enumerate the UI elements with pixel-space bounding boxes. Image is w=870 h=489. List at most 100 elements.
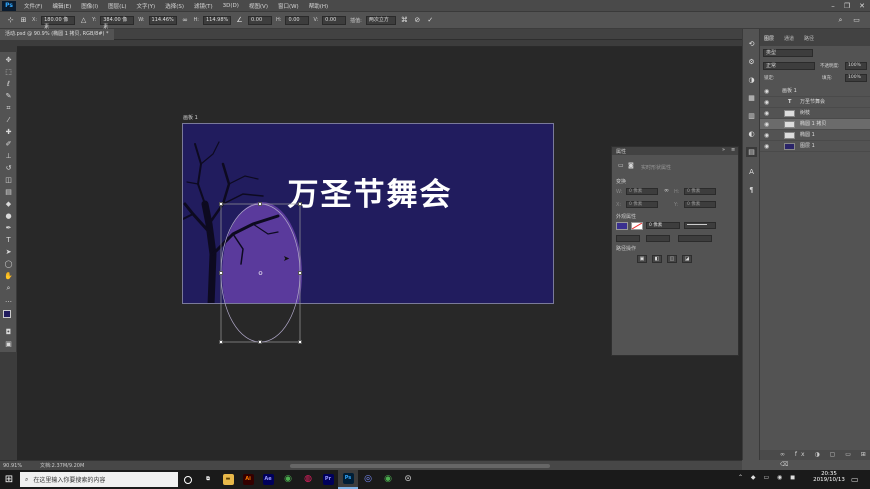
visibility-eye-icon[interactable]: ◉ xyxy=(764,119,769,130)
stroke-width-field[interactable]: 0 像素 xyxy=(646,222,680,229)
actions-panel-icon[interactable]: ⚙ xyxy=(746,57,757,67)
path-exclude-icon[interactable]: ◪ xyxy=(682,255,692,263)
pen-tool-icon[interactable]: ✒ xyxy=(3,224,14,233)
path-intersect-icon[interactable]: ◫ xyxy=(667,255,677,263)
delta-icon[interactable]: △ xyxy=(79,16,88,25)
move-tool-preset-icon[interactable]: ⊹ xyxy=(6,16,15,25)
photoshop-taskbar-icon[interactable]: Ps xyxy=(338,470,358,489)
visibility-eye-icon[interactable]: ◉ xyxy=(764,130,769,141)
close-icon[interactable]: ✕ xyxy=(855,0,869,12)
transform-handle-bl[interactable] xyxy=(219,340,223,344)
path-select-tool-icon[interactable]: ➤ xyxy=(3,248,14,257)
hskew-field[interactable]: 0.00 xyxy=(285,15,310,25)
history-panel-icon[interactable]: ⟲ xyxy=(746,39,757,49)
menu-view[interactable]: 视图(V) xyxy=(244,2,273,10)
premiere-icon[interactable]: Pr xyxy=(318,470,338,489)
menu-help[interactable]: 帮助(H) xyxy=(304,2,333,10)
path-subtract-icon[interactable]: ◧ xyxy=(652,255,662,263)
taskbar-search-box[interactable]: ⌕ 在这里输入你要搜索的内容 xyxy=(20,472,178,487)
illustrator-icon[interactable]: Ai xyxy=(238,470,258,489)
menu-window[interactable]: 窗口(W) xyxy=(273,2,304,10)
quick-mask-icon[interactable]: ◘ xyxy=(3,328,14,337)
search-icon[interactable]: ⌕ xyxy=(836,16,845,25)
minimize-icon[interactable]: – xyxy=(826,0,840,12)
chrome-icon[interactable]: ◉ xyxy=(278,470,298,489)
history-brush-icon[interactable]: ↺ xyxy=(3,164,14,173)
transform-handle-tl[interactable] xyxy=(219,202,223,206)
transform-handle-br[interactable] xyxy=(298,340,302,344)
fill-color-swatch[interactable] xyxy=(616,222,628,230)
artboard-label[interactable]: 画板 1 xyxy=(183,114,198,121)
section-appearance[interactable]: 外观属性 xyxy=(616,213,636,220)
layer-row-branches[interactable]: ◉ 树枝 xyxy=(760,108,870,119)
layer-row-ellipse[interactable]: ◉ 椭圆 1 xyxy=(760,130,870,141)
x-field[interactable]: 180.00 像素 xyxy=(41,15,76,30)
blur-tool-icon[interactable]: ◆ xyxy=(3,200,14,209)
layer-row-ellipse-copy[interactable]: ◉ 椭圆 1 拷贝 xyxy=(760,119,870,130)
angle-field[interactable]: 0.00 xyxy=(248,15,272,25)
w-field[interactable]: 114.46% xyxy=(148,15,177,25)
stamp-tool-icon[interactable]: ⊥ xyxy=(3,152,14,161)
brush-tool-icon[interactable]: ✐ xyxy=(3,140,14,149)
zoom-tool-icon[interactable]: ⌕ xyxy=(3,284,14,293)
cinema4d-icon[interactable]: ◎ xyxy=(358,470,378,489)
h-field[interactable]: 114.98% xyxy=(203,15,231,25)
libraries-panel-icon[interactable]: ▥ xyxy=(746,111,757,121)
transform-handle-t[interactable] xyxy=(258,202,262,206)
dodge-tool-icon[interactable]: ● xyxy=(3,212,14,221)
menu-image[interactable]: 图像(I) xyxy=(76,2,103,10)
layer-kind-filter[interactable]: 类型 xyxy=(763,49,813,57)
document-tab[interactable]: 活动.psd @ 90.9% (椭圆 1 拷贝, RGB/8#) * xyxy=(0,29,114,40)
gradient-tool-icon[interactable]: ▤ xyxy=(3,188,14,197)
tab-paths[interactable]: 路径 xyxy=(804,35,814,42)
vskew-field[interactable]: 0.00 xyxy=(322,15,347,25)
healing-tool-icon[interactable]: ✚ xyxy=(3,128,14,137)
restore-icon[interactable]: ❐ xyxy=(840,0,854,12)
marquee-tool-icon[interactable]: ⬚ xyxy=(3,68,14,77)
y-field[interactable]: 0 像素 xyxy=(684,201,716,208)
horizontal-ruler[interactable] xyxy=(17,40,742,47)
transform-handle-r[interactable] xyxy=(298,271,302,275)
link-icon[interactable]: ∞ xyxy=(664,187,669,194)
reference-point-icon[interactable]: ⊞ xyxy=(19,16,28,25)
panel-menu-icon[interactable]: ≡ xyxy=(731,147,735,153)
file-explorer-icon[interactable]: ▬ xyxy=(218,470,238,489)
cancel-transform-icon[interactable]: ⊘ xyxy=(413,16,422,25)
menu-3d[interactable]: 3D(D) xyxy=(218,3,244,9)
section-transform[interactable]: 变换 xyxy=(616,178,626,185)
properties-header[interactable]: 属性 » ≡ xyxy=(612,147,738,155)
quick-select-tool-icon[interactable]: ✎ xyxy=(3,92,14,101)
camera-icon[interactable]: ⊙ xyxy=(398,470,418,489)
media-player-icon[interactable]: ◍ xyxy=(298,470,318,489)
swatches-panel-icon[interactable]: ▦ xyxy=(746,93,757,103)
eraser-tool-icon[interactable]: ◫ xyxy=(3,176,14,185)
hand-tool-icon[interactable]: ✋ xyxy=(3,272,14,281)
more-tools-icon[interactable]: … xyxy=(3,296,14,305)
ellipse-tool-icon[interactable]: ◯ xyxy=(3,260,14,269)
type-tool-icon[interactable]: T xyxy=(3,236,14,245)
character-panel-icon[interactable]: A xyxy=(746,167,757,177)
layer-row-artboard[interactable]: ◉ 画板 1 xyxy=(760,86,870,97)
tab-channels[interactable]: 通道 xyxy=(784,35,794,42)
layers-footer-buttons[interactable]: ∞ fx ◑ ▢ ▭ ⊞ ⌫ xyxy=(760,450,870,468)
layer-row-text[interactable]: ◉ T 万圣节舞会 xyxy=(760,97,870,108)
lasso-tool-icon[interactable]: ℓ xyxy=(3,80,14,89)
menu-select[interactable]: 选择(S) xyxy=(160,2,189,10)
transform-handle-l[interactable] xyxy=(219,271,223,275)
cortana-icon[interactable] xyxy=(178,470,198,489)
section-path-operations[interactable]: 路径操作 xyxy=(616,245,636,252)
paragraph-panel-icon[interactable]: ¶ xyxy=(746,185,757,195)
fill-field[interactable]: 100% xyxy=(845,74,867,82)
stroke-align-select[interactable] xyxy=(616,235,640,242)
stroke-type-select[interactable] xyxy=(684,222,716,229)
menu-type[interactable]: 文字(Y) xyxy=(132,2,161,10)
visibility-eye-icon[interactable]: ◉ xyxy=(764,141,769,152)
system-tray-icons[interactable]: ⌃ ◆ ▭ ◉ ◼ xyxy=(738,474,798,481)
menu-filter[interactable]: 滤镜(T) xyxy=(189,2,218,10)
task-view-icon[interactable]: ⧉ xyxy=(198,470,218,489)
horizontal-scrollbar[interactable] xyxy=(290,464,550,468)
transform-handle-b[interactable] xyxy=(258,340,262,344)
interpolation-select[interactable]: 两次立方 xyxy=(365,15,396,25)
stroke-cap-select[interactable] xyxy=(646,235,670,242)
width-field[interactable]: 0 像素 xyxy=(626,188,658,195)
